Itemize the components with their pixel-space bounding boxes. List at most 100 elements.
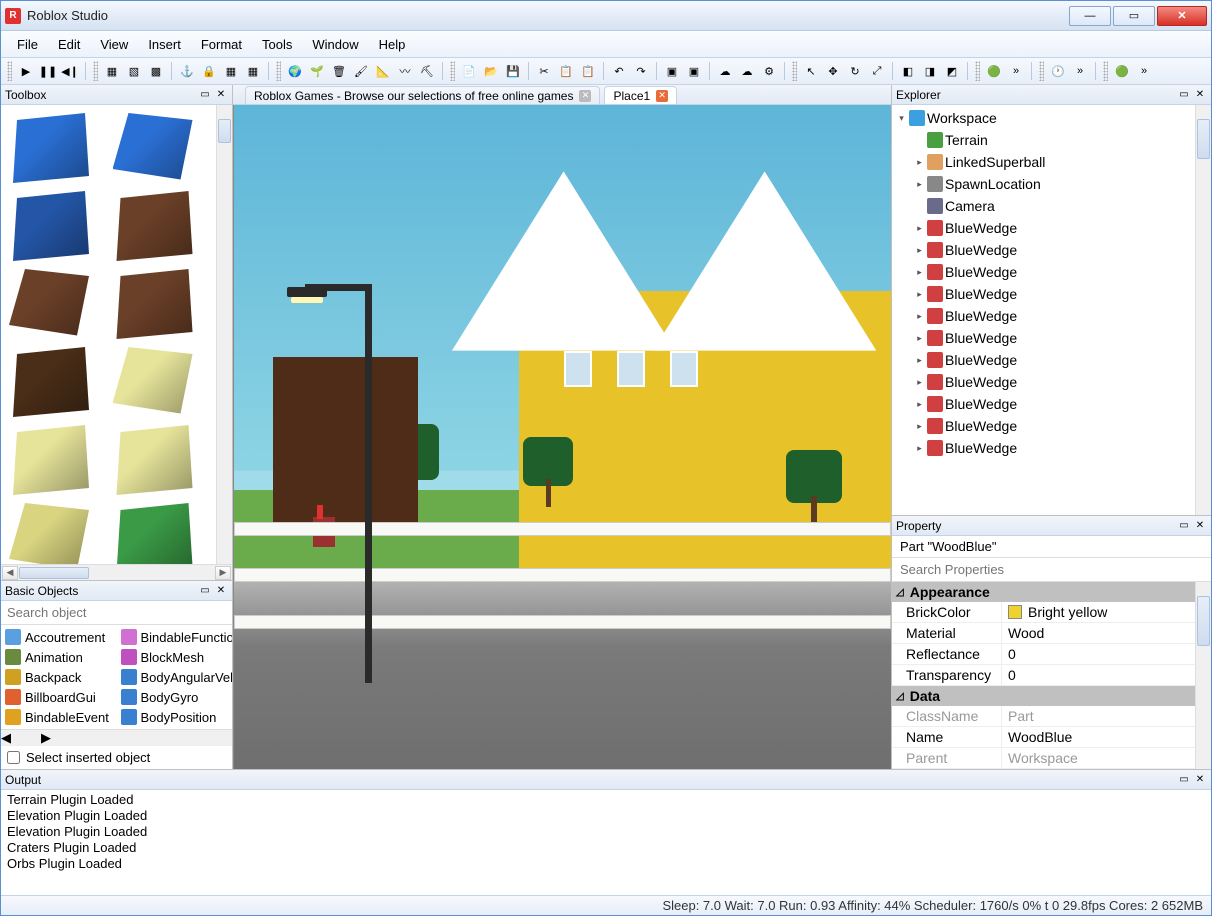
basic-object-item[interactable]: BindableFunction	[117, 627, 233, 647]
grid-button[interactable]: ▦	[243, 61, 263, 81]
close-panel-icon[interactable]: ✕	[214, 584, 228, 598]
rotate-tool[interactable]: ↻	[845, 61, 865, 81]
property-row[interactable]: BrickColorBright yellow	[892, 602, 1195, 623]
expander-icon[interactable]	[914, 201, 925, 212]
close-panel-icon[interactable]: ✕	[1193, 88, 1207, 102]
scroll-left-icon[interactable]: ◀	[2, 566, 18, 580]
toolbox-h-scrollbar[interactable]: ◀ ▶	[1, 564, 232, 580]
basic-object-item[interactable]: Animation	[1, 647, 117, 667]
close-panel-icon[interactable]: ✕	[1193, 773, 1207, 787]
tree-row[interactable]: ▸BlueWedge	[892, 239, 1195, 261]
scrollbar-thumb[interactable]	[218, 119, 231, 143]
toolbox-item[interactable]	[9, 191, 89, 261]
publish-button[interactable]: ☁	[715, 61, 735, 81]
expander-icon[interactable]: ▸	[914, 377, 925, 388]
maximize-button[interactable]: ▭	[1113, 6, 1155, 26]
property-row[interactable]: MaterialWood	[892, 623, 1195, 644]
close-tab-icon[interactable]: ✕	[656, 90, 668, 102]
lock-button[interactable]: 🔒	[199, 61, 219, 81]
camera-dropdown[interactable]: »	[1134, 61, 1154, 81]
anchor-button[interactable]: ⚓	[177, 61, 197, 81]
scroll-left-icon[interactable]: ◀	[1, 730, 11, 746]
expander-icon[interactable]: ▸	[914, 399, 925, 410]
joinsurf-button[interactable]: ◩	[942, 61, 962, 81]
viewport-3d[interactable]	[233, 105, 891, 769]
basic-object-item[interactable]: Backpack	[1, 667, 117, 687]
basic-object-item[interactable]: BodyAngularVelocity	[117, 667, 233, 687]
toolbox-item[interactable]	[9, 269, 89, 339]
terrain-sub-button[interactable]: 🗑	[329, 61, 349, 81]
property-row[interactable]: ParentWorkspace	[892, 748, 1195, 769]
terrain-button[interactable]: 🌍	[285, 61, 305, 81]
tree-row[interactable]: ▸BlueWedge	[892, 371, 1195, 393]
menu-help[interactable]: Help	[369, 31, 416, 57]
close-panel-icon[interactable]: ✕	[214, 88, 228, 102]
property-scrollbar[interactable]	[1195, 582, 1211, 769]
terrain-paint-button[interactable]: 🖌	[351, 61, 371, 81]
property-row[interactable]: NameWoodBlue	[892, 727, 1195, 748]
toolbox-scrollbar[interactable]	[216, 105, 232, 564]
tree-row[interactable]: ▸BlueWedge	[892, 393, 1195, 415]
property-value[interactable]: Part	[1002, 706, 1195, 726]
tab-place1[interactable]: Place1 ✕	[604, 86, 677, 104]
undock-icon[interactable]: ▭	[1177, 88, 1191, 102]
basic-objects-search[interactable]	[1, 601, 232, 625]
toolbox-item[interactable]	[9, 347, 89, 417]
history-dropdown[interactable]: »	[1070, 61, 1090, 81]
toolbar-grip[interactable]	[276, 61, 281, 81]
property-search[interactable]	[892, 558, 1211, 582]
save-button[interactable]: 💾	[503, 61, 523, 81]
tree-row[interactable]: ▸BlueWedge	[892, 261, 1195, 283]
expander-icon[interactable]: ▾	[896, 113, 907, 124]
menu-insert[interactable]: Insert	[138, 31, 191, 57]
tree-row[interactable]: ▸BlueWedge	[892, 415, 1195, 437]
test-server-button[interactable]: ▣	[684, 61, 704, 81]
property-value[interactable]: 0	[1002, 644, 1195, 664]
menu-format[interactable]: Format	[191, 31, 252, 57]
property-value[interactable]: Wood	[1002, 623, 1195, 643]
expander-icon[interactable]: ▸	[914, 421, 925, 432]
test-button[interactable]: ▣	[662, 61, 682, 81]
menu-tools[interactable]: Tools	[252, 31, 302, 57]
toolbox-item[interactable]	[113, 113, 193, 183]
scrollbar-thumb[interactable]	[19, 567, 89, 579]
tab-browse[interactable]: Roblox Games - Browse our selections of …	[245, 86, 600, 104]
cut-button[interactable]: ✂	[534, 61, 554, 81]
collisions-button[interactable]: ◨	[920, 61, 940, 81]
toolbox-item[interactable]	[113, 425, 193, 495]
undock-icon[interactable]: ▭	[198, 584, 212, 598]
basic-object-item[interactable]: BlockMesh	[117, 647, 233, 667]
new-button[interactable]: 📄	[459, 61, 479, 81]
basic-object-item[interactable]: BindableEvent	[1, 707, 117, 727]
menu-view[interactable]: View	[90, 31, 138, 57]
toolbar-grip[interactable]	[450, 61, 455, 81]
close-tab-icon[interactable]: ✕	[579, 90, 591, 102]
tree-row[interactable]: ▸SpawnLocation	[892, 173, 1195, 195]
step-back-button[interactable]: ◀❙	[60, 61, 80, 81]
select-inserted-checkbox[interactable]: Select inserted object	[1, 745, 232, 769]
expander-icon[interactable]: ▸	[914, 223, 925, 234]
toolbox-item[interactable]	[113, 269, 193, 339]
toolbox-item[interactable]	[113, 503, 193, 564]
tree-row[interactable]: ▸BlueWedge	[892, 283, 1195, 305]
expander-icon[interactable]: ▸	[914, 267, 925, 278]
terrain-smooth-button[interactable]: 〰	[395, 61, 415, 81]
close-button[interactable]: ✕	[1157, 6, 1207, 26]
undock-icon[interactable]: ▭	[1177, 773, 1191, 787]
toolbox-item[interactable]	[9, 425, 89, 495]
redo-button[interactable]: ↷	[631, 61, 651, 81]
toolbar-grip[interactable]	[93, 61, 98, 81]
group-button[interactable]: ▦	[102, 61, 122, 81]
toolbox-item[interactable]	[113, 347, 193, 417]
menu-window[interactable]: Window	[302, 31, 368, 57]
explorer-scrollbar[interactable]	[1195, 105, 1211, 515]
select-tool[interactable]: ↖	[801, 61, 821, 81]
copy-button[interactable]: 📋	[556, 61, 576, 81]
play-button[interactable]: ▶	[16, 61, 36, 81]
toolbox-item[interactable]	[9, 113, 89, 183]
plugin-dropdown[interactable]: »	[1006, 61, 1026, 81]
expander-icon[interactable]: ▸	[914, 289, 925, 300]
scroll-right-icon[interactable]: ▶	[41, 730, 51, 746]
tree-row[interactable]: ▸BlueWedge	[892, 437, 1195, 459]
basic-object-item[interactable]: BillboardGui	[1, 687, 117, 707]
